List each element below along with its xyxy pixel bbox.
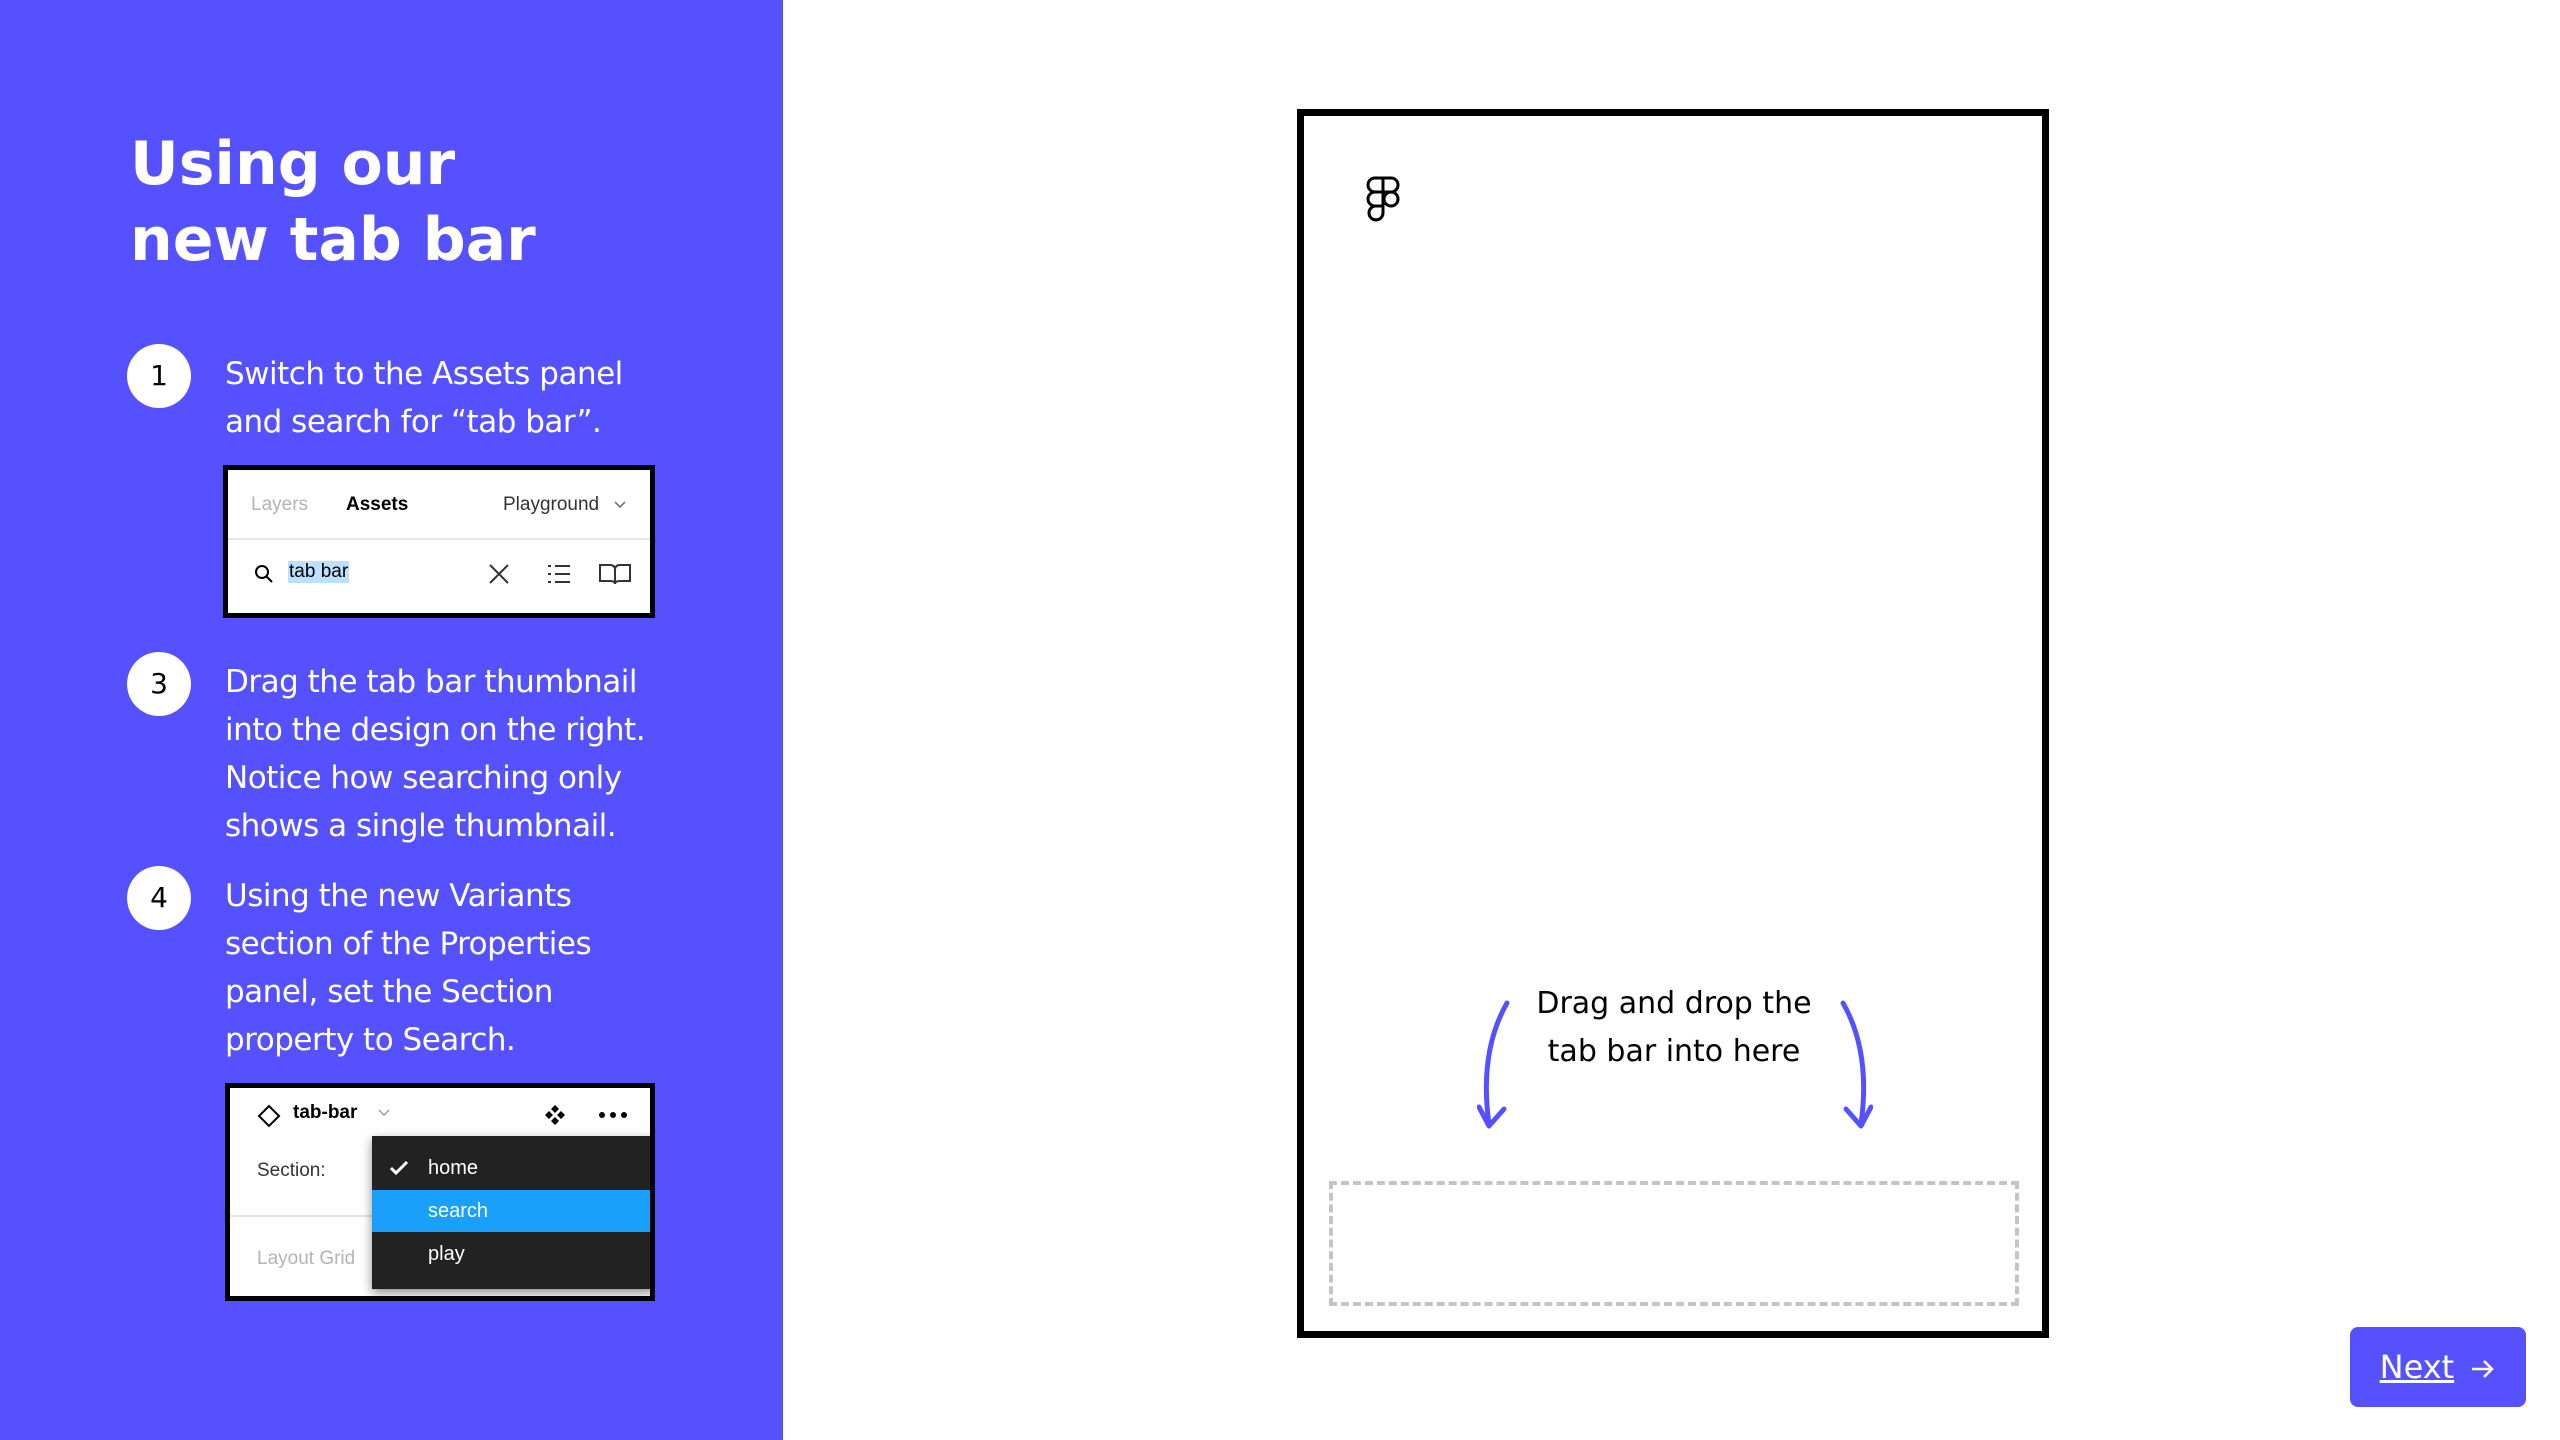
option-label: home xyxy=(428,1157,479,1179)
dropdown-option-home: home xyxy=(372,1147,650,1189)
drop-instruction-line-2: tab bar into here xyxy=(1547,1034,1801,1069)
curved-arrow-down-icon xyxy=(1840,1000,1873,1129)
step-number-badge: 4 xyxy=(127,866,191,930)
search-icon xyxy=(255,565,273,583)
step-text: Using the new Variants section of the Pr… xyxy=(225,878,592,1058)
step-text: Switch to the Assets panel and search fo… xyxy=(225,356,623,440)
tutorial-screen: Using our new tab bar 1 Switch to the As… xyxy=(0,0,2560,1440)
close-icon xyxy=(489,564,509,584)
option-label: play xyxy=(428,1243,465,1265)
layout-grid-label: Layout Grid xyxy=(257,1248,356,1269)
instruction-panel: Using our new tab bar 1 Switch to the As… xyxy=(0,0,783,1440)
section-property-label: Section: xyxy=(257,1160,326,1181)
step-text: Drag the tab bar thumbnail into the desi… xyxy=(225,664,646,844)
tab-assets: Assets xyxy=(346,494,409,515)
check-icon xyxy=(389,1160,409,1176)
properties-panel-screenshot: tab-bar Section: Layout Grid home search… xyxy=(225,1083,655,1301)
dropdown-option-search: search xyxy=(372,1190,650,1232)
search-input: tab bar xyxy=(288,561,350,583)
tab-layers: Layers xyxy=(251,494,309,515)
tab-bar-drop-zone[interactable] xyxy=(1329,1181,2019,1306)
title-line-1: Using our xyxy=(130,129,456,199)
option-label: search xyxy=(428,1200,489,1222)
figma-logo-icon xyxy=(1366,176,1400,222)
chevron-down-icon xyxy=(614,501,626,509)
library-selector: Playground xyxy=(503,494,600,515)
move-icon xyxy=(545,1105,565,1125)
drop-instruction: Drag and drop the tab bar into here xyxy=(1494,980,1854,1076)
step-number-badge: 3 xyxy=(127,652,191,716)
library-book-icon xyxy=(599,564,631,585)
design-frame[interactable]: Drag and drop the tab bar into here xyxy=(1297,109,2049,1338)
more-icon xyxy=(599,1112,627,1118)
panel-tabs: Layers Assets Playground xyxy=(228,470,650,540)
step-number-badge: 1 xyxy=(127,344,191,408)
chevron-down-icon xyxy=(378,1109,390,1117)
list-view-icon xyxy=(548,565,570,583)
assets-panel-screenshot: Layers Assets Playground tab bar xyxy=(223,465,655,618)
curved-arrow-down-icon xyxy=(1477,1000,1510,1129)
section-dropdown-menu: home search play xyxy=(372,1136,650,1289)
dropdown-option-play: play xyxy=(372,1233,650,1275)
drop-instruction-line-1: Drag and drop the xyxy=(1536,986,1812,1021)
component-instance-icon xyxy=(257,1104,281,1128)
page-title: Using our new tab bar xyxy=(130,126,730,278)
component-name: tab-bar xyxy=(293,1102,358,1123)
next-button[interactable]: Next xyxy=(2350,1327,2526,1407)
title-line-2: new tab bar xyxy=(130,205,536,275)
next-button-label: Next xyxy=(2379,1348,2455,1386)
arrow-right-icon xyxy=(2472,1360,2495,1378)
